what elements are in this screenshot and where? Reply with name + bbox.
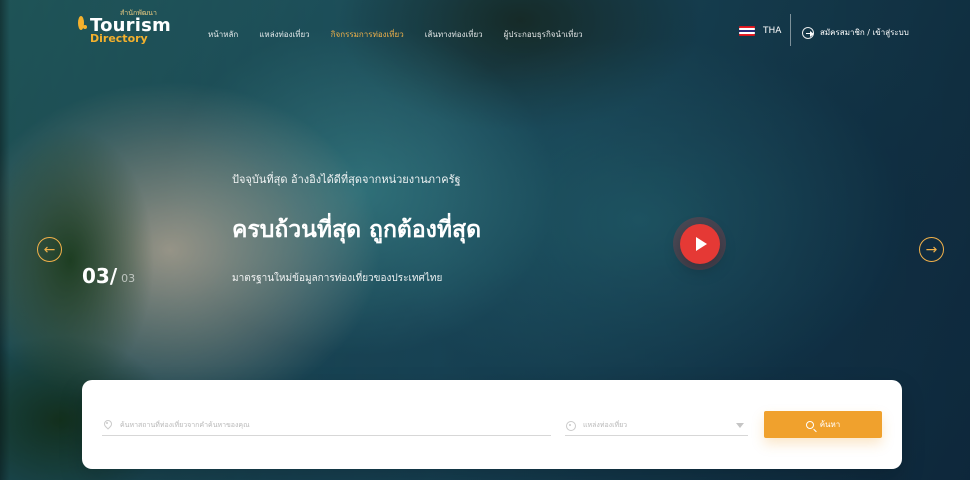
slide-counter-total: 03: [121, 272, 136, 285]
category-placeholder: แหล่งท่องเที่ยว: [583, 420, 628, 429]
language-label: THA: [763, 26, 782, 36]
hero-text-block: ปัจจุบันที่สุด อ้างอิงได้ดีที่สุดจากหน่ว…: [232, 170, 481, 286]
search-button[interactable]: ค้นหา: [764, 411, 882, 438]
language-switcher[interactable]: THA: [739, 26, 781, 36]
location-pin-icon: [102, 420, 112, 430]
arrow-right-icon: →: [925, 241, 938, 258]
logo-mark-icon: [78, 16, 87, 30]
header-divider: [790, 14, 791, 46]
nav-item-routes[interactable]: เส้นทางท่องเที่ยว: [425, 28, 483, 41]
logo-small-text: สำนักพัฒนา: [120, 9, 157, 17]
nav-item-attractions[interactable]: แหล่งท่องเที่ยว: [259, 28, 309, 41]
play-video-button[interactable]: [673, 217, 726, 270]
chevron-down-icon: [736, 422, 744, 428]
prev-slide-button[interactable]: ←: [37, 237, 62, 262]
hero-description: มาตรฐานใหม่ข้อมูลการท่องเที่ยวของประเทศไ…: [232, 273, 443, 284]
next-slide-button[interactable]: →: [919, 237, 944, 262]
gear-icon: [565, 420, 576, 431]
nav-item-activities[interactable]: กิจกรรมการท่องเที่ยว: [331, 28, 404, 41]
search-button-label: ค้นหา: [819, 420, 841, 429]
logo-text: สำนักพัฒนา Tourism Directory: [90, 9, 171, 45]
search-panel: ค้นหาสถานที่ท่องเที่ยวจากคำค้นหาของคุณ แ…: [82, 380, 902, 469]
slide-counter: 03/ 03: [82, 266, 135, 286]
login-icon: [802, 26, 814, 39]
hero-title: ครบถ้วนที่สุด ถูกต้องที่สุด: [232, 217, 482, 243]
keyword-placeholder: ค้นหาสถานที่ท่องเที่ยวจากคำค้นหาของคุณ: [120, 420, 250, 429]
hero-subtitle: ปัจจุบันที่สุด อ้างอิงได้ดีที่สุดจากหน่ว…: [232, 173, 461, 186]
play-button-inner: [679, 223, 720, 264]
auth-link[interactable]: สมัครสมาชิก / เข้าสู่ระบบ: [802, 26, 909, 39]
thai-flag-icon: [739, 26, 755, 36]
keyword-search-field[interactable]: ค้นหาสถานที่ท่องเที่ยวจากคำค้นหาของคุณ: [102, 415, 551, 436]
main-nav: หน้าหลัก แหล่งท่องเที่ยว กิจกรรมการท่องเ…: [208, 28, 583, 41]
nav-item-operators[interactable]: ผู้ประกอบธุรกิจนำเที่ยว: [504, 28, 583, 41]
play-icon: [695, 236, 707, 251]
top-header: สำนักพัฒนา Tourism Directory หน้าหลัก แห…: [0, 0, 970, 54]
nav-item-home[interactable]: หน้าหลัก: [208, 28, 238, 41]
arrow-left-icon: ←: [43, 241, 56, 258]
left-edge-shadow: [0, 0, 10, 480]
auth-label: สมัครสมาชิก / เข้าสู่ระบบ: [820, 28, 909, 37]
slide-counter-current: 03/: [82, 264, 118, 288]
page: สำนักพัฒนา Tourism Directory หน้าหลัก แห…: [0, 0, 970, 480]
site-logo[interactable]: สำนักพัฒนา Tourism Directory: [78, 9, 171, 45]
category-select[interactable]: แหล่งท่องเที่ยว: [565, 415, 748, 436]
search-icon: [805, 420, 814, 429]
